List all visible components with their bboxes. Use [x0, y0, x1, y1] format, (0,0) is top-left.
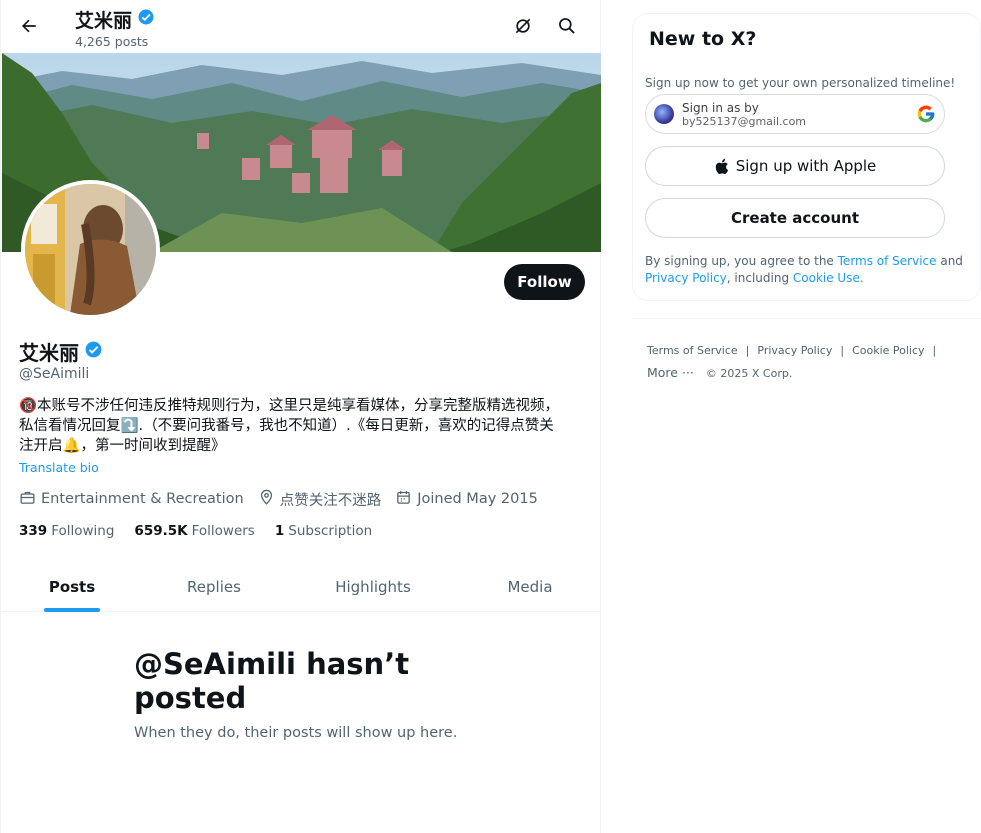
footer-copyright: © 2025 X Corp. [705, 367, 793, 380]
signup-subtitle: Sign up now to get your own personalized… [645, 76, 956, 90]
signup-title: New to X? [649, 28, 757, 50]
profile-meta: Entertainment & Recreation 点赞关注不迷路 Joine… [19, 488, 552, 510]
profile-tabs: Posts Replies Highlights Media [2, 562, 601, 612]
tab-highlights[interactable]: Highlights [323, 562, 423, 612]
google-signin-button[interactable]: Sign in as by by525137@gmail.com [645, 94, 945, 134]
grok-icon[interactable] [512, 15, 534, 37]
sidebar-column: New to X? Sign up now to get your own pe… [601, 0, 981, 833]
profile-header: 艾米丽 4,265 posts [1, 0, 601, 53]
profile-stats: 339 Following 659.5K Followers 1 Subscripti… [19, 523, 392, 539]
create-account-button[interactable]: Create account [645, 198, 945, 238]
footer-link-privacy[interactable]: Privacy Policy [757, 344, 832, 357]
location-pin-icon [258, 489, 275, 510]
google-logo-icon [916, 104, 936, 124]
divider [632, 318, 981, 319]
apple-signup-button[interactable]: Sign up with Apple [645, 146, 945, 186]
bio-line: 🔞本账号不涉任何违反推特规则行为，这里只是纯享看媒体，分享完整版精选视频， [19, 398, 560, 414]
tab-replies[interactable]: Replies [174, 562, 254, 612]
following-stat[interactable]: 339 Following [19, 523, 114, 539]
translate-bio-link[interactable]: Translate bio [19, 460, 99, 475]
google-account-avatar [654, 104, 674, 124]
follow-button[interactable]: Follow [504, 264, 585, 300]
privacy-policy-link[interactable]: Privacy Policy [645, 271, 727, 285]
cookie-use-link[interactable]: Cookie Use. [793, 271, 864, 285]
bio-line: 私信看情况回复⤵️.（不要问我番号，我也不知道）.《每日更新，喜欢的记得点赞关 [19, 418, 554, 434]
search-icon[interactable] [556, 15, 578, 37]
empty-state-title: @SeAimili hasn’t posted [134, 647, 410, 715]
joined-item: Joined May 2015 [395, 489, 538, 510]
briefcase-icon [19, 489, 36, 510]
signup-legal-text: By signing up, you agree to the Terms of… [645, 254, 963, 285]
footer-link-cookie[interactable]: Cookie Policy [852, 344, 924, 357]
header-name: 艾米丽 [75, 6, 155, 33]
signup-card: New to X? Sign up now to get your own pe… [632, 13, 981, 301]
profile-avatar[interactable] [21, 180, 160, 319]
calendar-icon [395, 489, 412, 510]
posts-count: 4,265 posts [75, 34, 149, 49]
subscription-stat[interactable]: 1 Subscription [275, 523, 372, 539]
followers-stat[interactable]: 659.5K Followers [134, 523, 254, 539]
profile-column: 艾米丽 4,265 posts Follow 艾米丽 @SeAimili 🔞本账… [0, 0, 601, 833]
profile-handle: @SeAimili [19, 366, 90, 382]
terms-of-service-link[interactable]: Terms of Service [838, 254, 937, 268]
location-item: 点赞关注不迷路 [258, 489, 381, 510]
verified-badge-icon [84, 340, 103, 364]
footer-link-terms[interactable]: Terms of Service [647, 344, 738, 357]
active-tab-indicator [44, 608, 100, 612]
apple-logo-icon [714, 158, 729, 175]
empty-state-subtitle: When they do, their posts will show up h… [134, 725, 458, 741]
verified-badge-icon [137, 8, 155, 31]
profile-name: 艾米丽 [19, 337, 103, 366]
sidebar-footer: Terms of Service | Privacy Policy | Cookie P… [647, 344, 937, 380]
footer-more-link[interactable]: More ··· [647, 365, 694, 380]
tab-posts[interactable]: Posts [32, 562, 112, 612]
bio-line: 注开启🔔，第一时间收到提醒》 [19, 438, 226, 454]
tab-media[interactable]: Media [490, 562, 570, 612]
back-arrow-icon[interactable] [15, 12, 43, 40]
category-item: Entertainment & Recreation [19, 489, 244, 510]
profile-bio: 🔞本账号不涉任何违反推特规则行为，这里只是纯享看媒体，分享完整版精选视频， 私信… [19, 396, 579, 456]
